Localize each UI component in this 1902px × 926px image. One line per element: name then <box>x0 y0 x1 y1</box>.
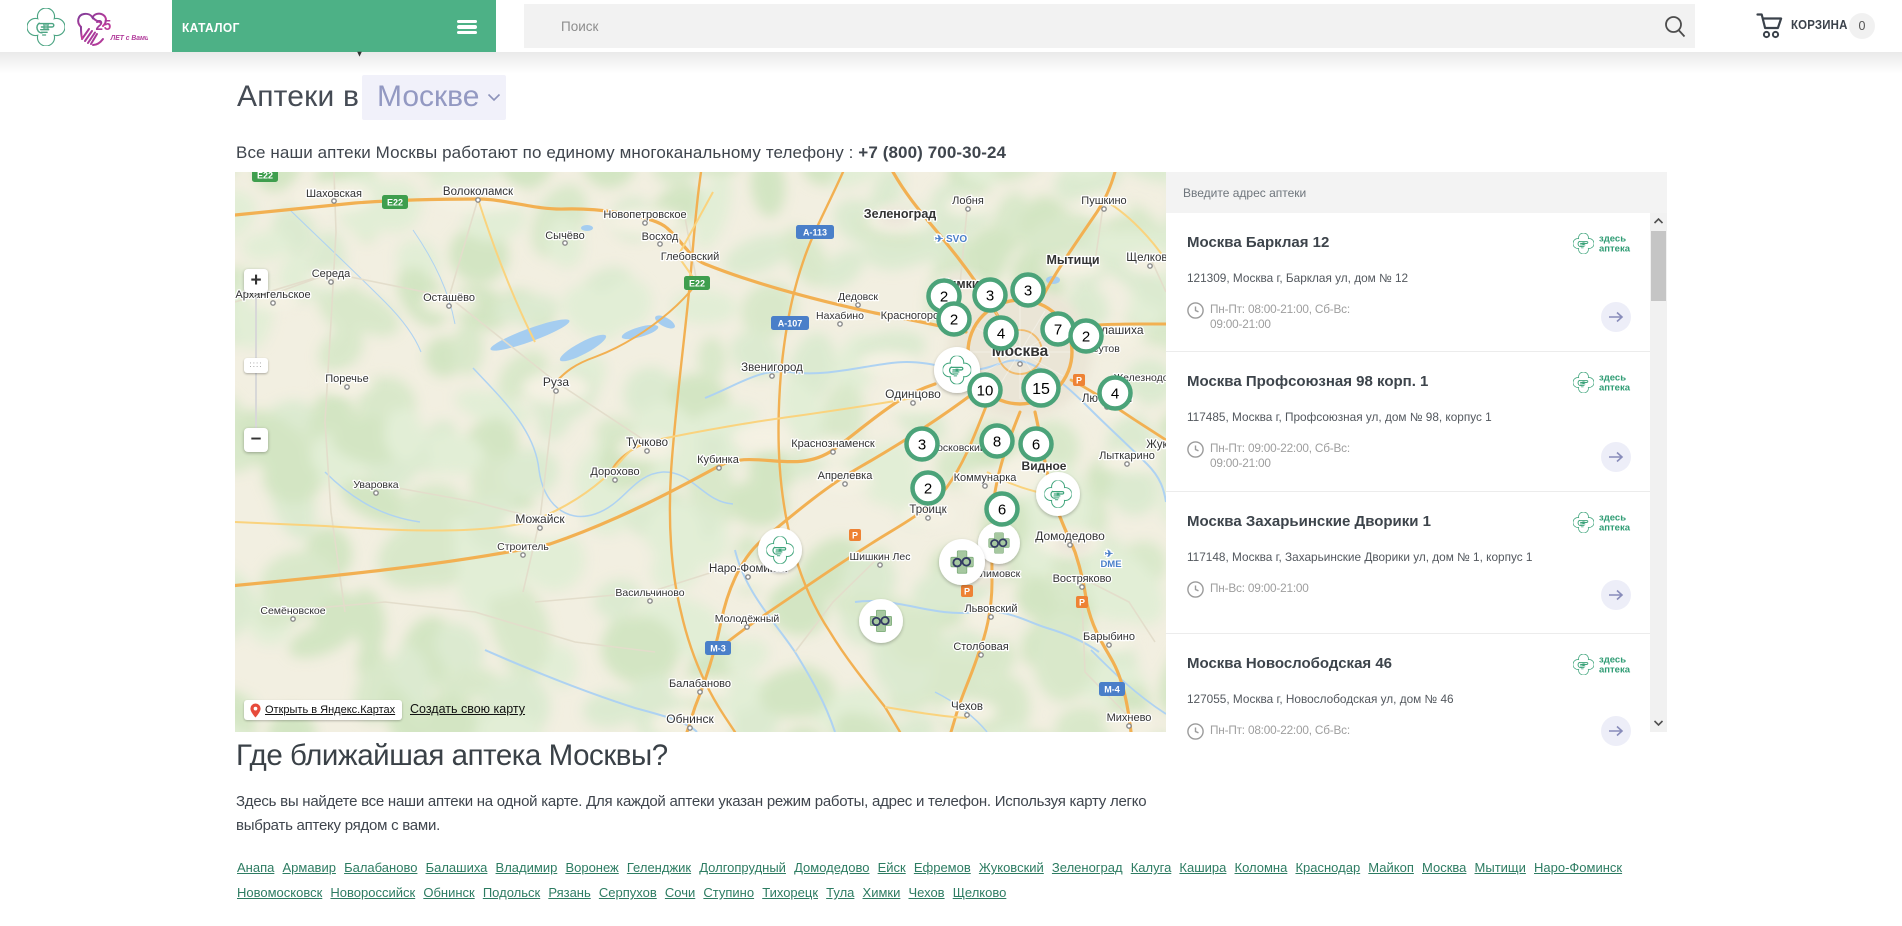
svg-text:Жуковский: Жуковский <box>1146 439 1166 451</box>
svg-text:Середа: Середа <box>312 268 351 280</box>
svg-text:Можайск: Можайск <box>515 512 565 526</box>
svg-text:3: 3 <box>918 436 926 453</box>
svg-text:Лыткарино: Лыткарино <box>1099 450 1155 462</box>
svg-text:15: 15 <box>1032 381 1050 398</box>
svg-text:Поречье: Поречье <box>325 373 368 385</box>
svg-text:2: 2 <box>1082 328 1090 345</box>
svg-text:✈ SVO: ✈ SVO <box>935 234 967 245</box>
svg-text:Дедовск: Дедовск <box>838 291 878 303</box>
svg-text:Красногорск: Красногорск <box>881 310 944 322</box>
svg-text:аптека: аптека <box>1599 383 1631 394</box>
svg-text:Балабаново: Балабаново <box>669 678 731 690</box>
svg-text:Михнево: Михнево <box>1107 712 1152 724</box>
svg-text:А-107: А-107 <box>778 319 803 329</box>
svg-text:6: 6 <box>1032 436 1040 453</box>
svg-text:Осташёво: Осташёво <box>423 292 475 304</box>
svg-text:аптека: аптека <box>1599 665 1631 676</box>
svg-text:P: P <box>852 531 858 541</box>
svg-text:P: P <box>1076 376 1082 386</box>
svg-text:Шишкин Лес: Шишкин Лес <box>849 551 910 563</box>
svg-text:2: 2 <box>950 311 958 328</box>
svg-text:Руза: Руза <box>543 375 570 389</box>
svg-text:DME: DME <box>1100 559 1121 570</box>
svg-text:Лобня: Лобня <box>952 195 984 207</box>
svg-text:Одинцово: Одинцово <box>885 387 941 401</box>
svg-text:10: 10 <box>977 382 994 399</box>
svg-text:Апрелевка: Апрелевка <box>818 470 874 482</box>
svg-text:Коммунарка: Коммунарка <box>954 472 1018 484</box>
svg-text:Уваровка: Уваровка <box>353 479 398 491</box>
svg-text:25: 25 <box>95 16 112 33</box>
svg-text:М-4: М-4 <box>1104 685 1120 695</box>
svg-text:Львовский: Львовский <box>964 603 1017 615</box>
svg-text:Дорохово: Дорохово <box>590 466 639 478</box>
svg-text:Кубинка: Кубинка <box>697 454 740 466</box>
svg-text:3: 3 <box>986 287 994 304</box>
svg-text:3: 3 <box>1024 282 1032 299</box>
svg-text:4: 4 <box>997 325 1005 342</box>
svg-text:7: 7 <box>1054 321 1062 338</box>
svg-text:Пушкино: Пушкино <box>1081 195 1126 207</box>
svg-text:Чехов: Чехов <box>951 701 983 713</box>
svg-text:Глебовский: Глебовский <box>661 251 720 263</box>
svg-text:Мытищи: Мытищи <box>1046 253 1099 267</box>
svg-text:2: 2 <box>924 480 932 497</box>
svg-text:Молодёжный: Молодёжный <box>715 613 780 625</box>
svg-text:8: 8 <box>993 433 1001 450</box>
svg-text:аптека: аптека <box>1599 523 1631 534</box>
svg-text:Строитель: Строитель <box>497 541 549 553</box>
svg-text:Краснознаменск: Краснознаменск <box>791 438 875 450</box>
svg-text:P: P <box>964 587 970 597</box>
svg-text:E22: E22 <box>689 279 705 289</box>
svg-text:Щелково: Щелково <box>1126 252 1166 264</box>
svg-text:Тучково: Тучково <box>626 437 668 449</box>
svg-text:4: 4 <box>1111 385 1119 402</box>
svg-text:Востряково: Востряково <box>1053 573 1112 585</box>
svg-text:Барыбино: Барыбино <box>1083 631 1135 643</box>
svg-text:Волоколамск: Волоколамск <box>443 186 514 198</box>
svg-text:ЛЕТ с Вами!: ЛЕТ с Вами! <box>110 35 148 42</box>
svg-text:М-3: М-3 <box>710 644 726 654</box>
svg-text:Звенигород: Звенигород <box>741 362 803 374</box>
svg-text:Зеленоград: Зеленоград <box>864 207 936 221</box>
svg-text:Васильчиново: Васильчиново <box>615 587 684 599</box>
svg-text:Нахабино: Нахабино <box>816 310 864 322</box>
svg-text:Столбовая: Столбовая <box>953 641 1008 653</box>
svg-text:Новопетровское: Новопетровское <box>603 209 686 221</box>
svg-text:E22: E22 <box>387 198 403 208</box>
svg-text:6: 6 <box>998 501 1006 518</box>
svg-text:Обнинск: Обнинск <box>666 712 714 726</box>
svg-text:Домодедово: Домодедово <box>1035 529 1105 543</box>
svg-text:Семёновское: Семёновское <box>260 605 325 617</box>
svg-text:Троицк: Троицк <box>909 504 947 516</box>
svg-text:P: P <box>1079 598 1085 608</box>
svg-text:E22: E22 <box>257 172 273 181</box>
svg-text:Видное: Видное <box>1022 459 1067 473</box>
svg-text:А-113: А-113 <box>803 228 827 238</box>
svg-text:аптека: аптека <box>1599 244 1631 255</box>
